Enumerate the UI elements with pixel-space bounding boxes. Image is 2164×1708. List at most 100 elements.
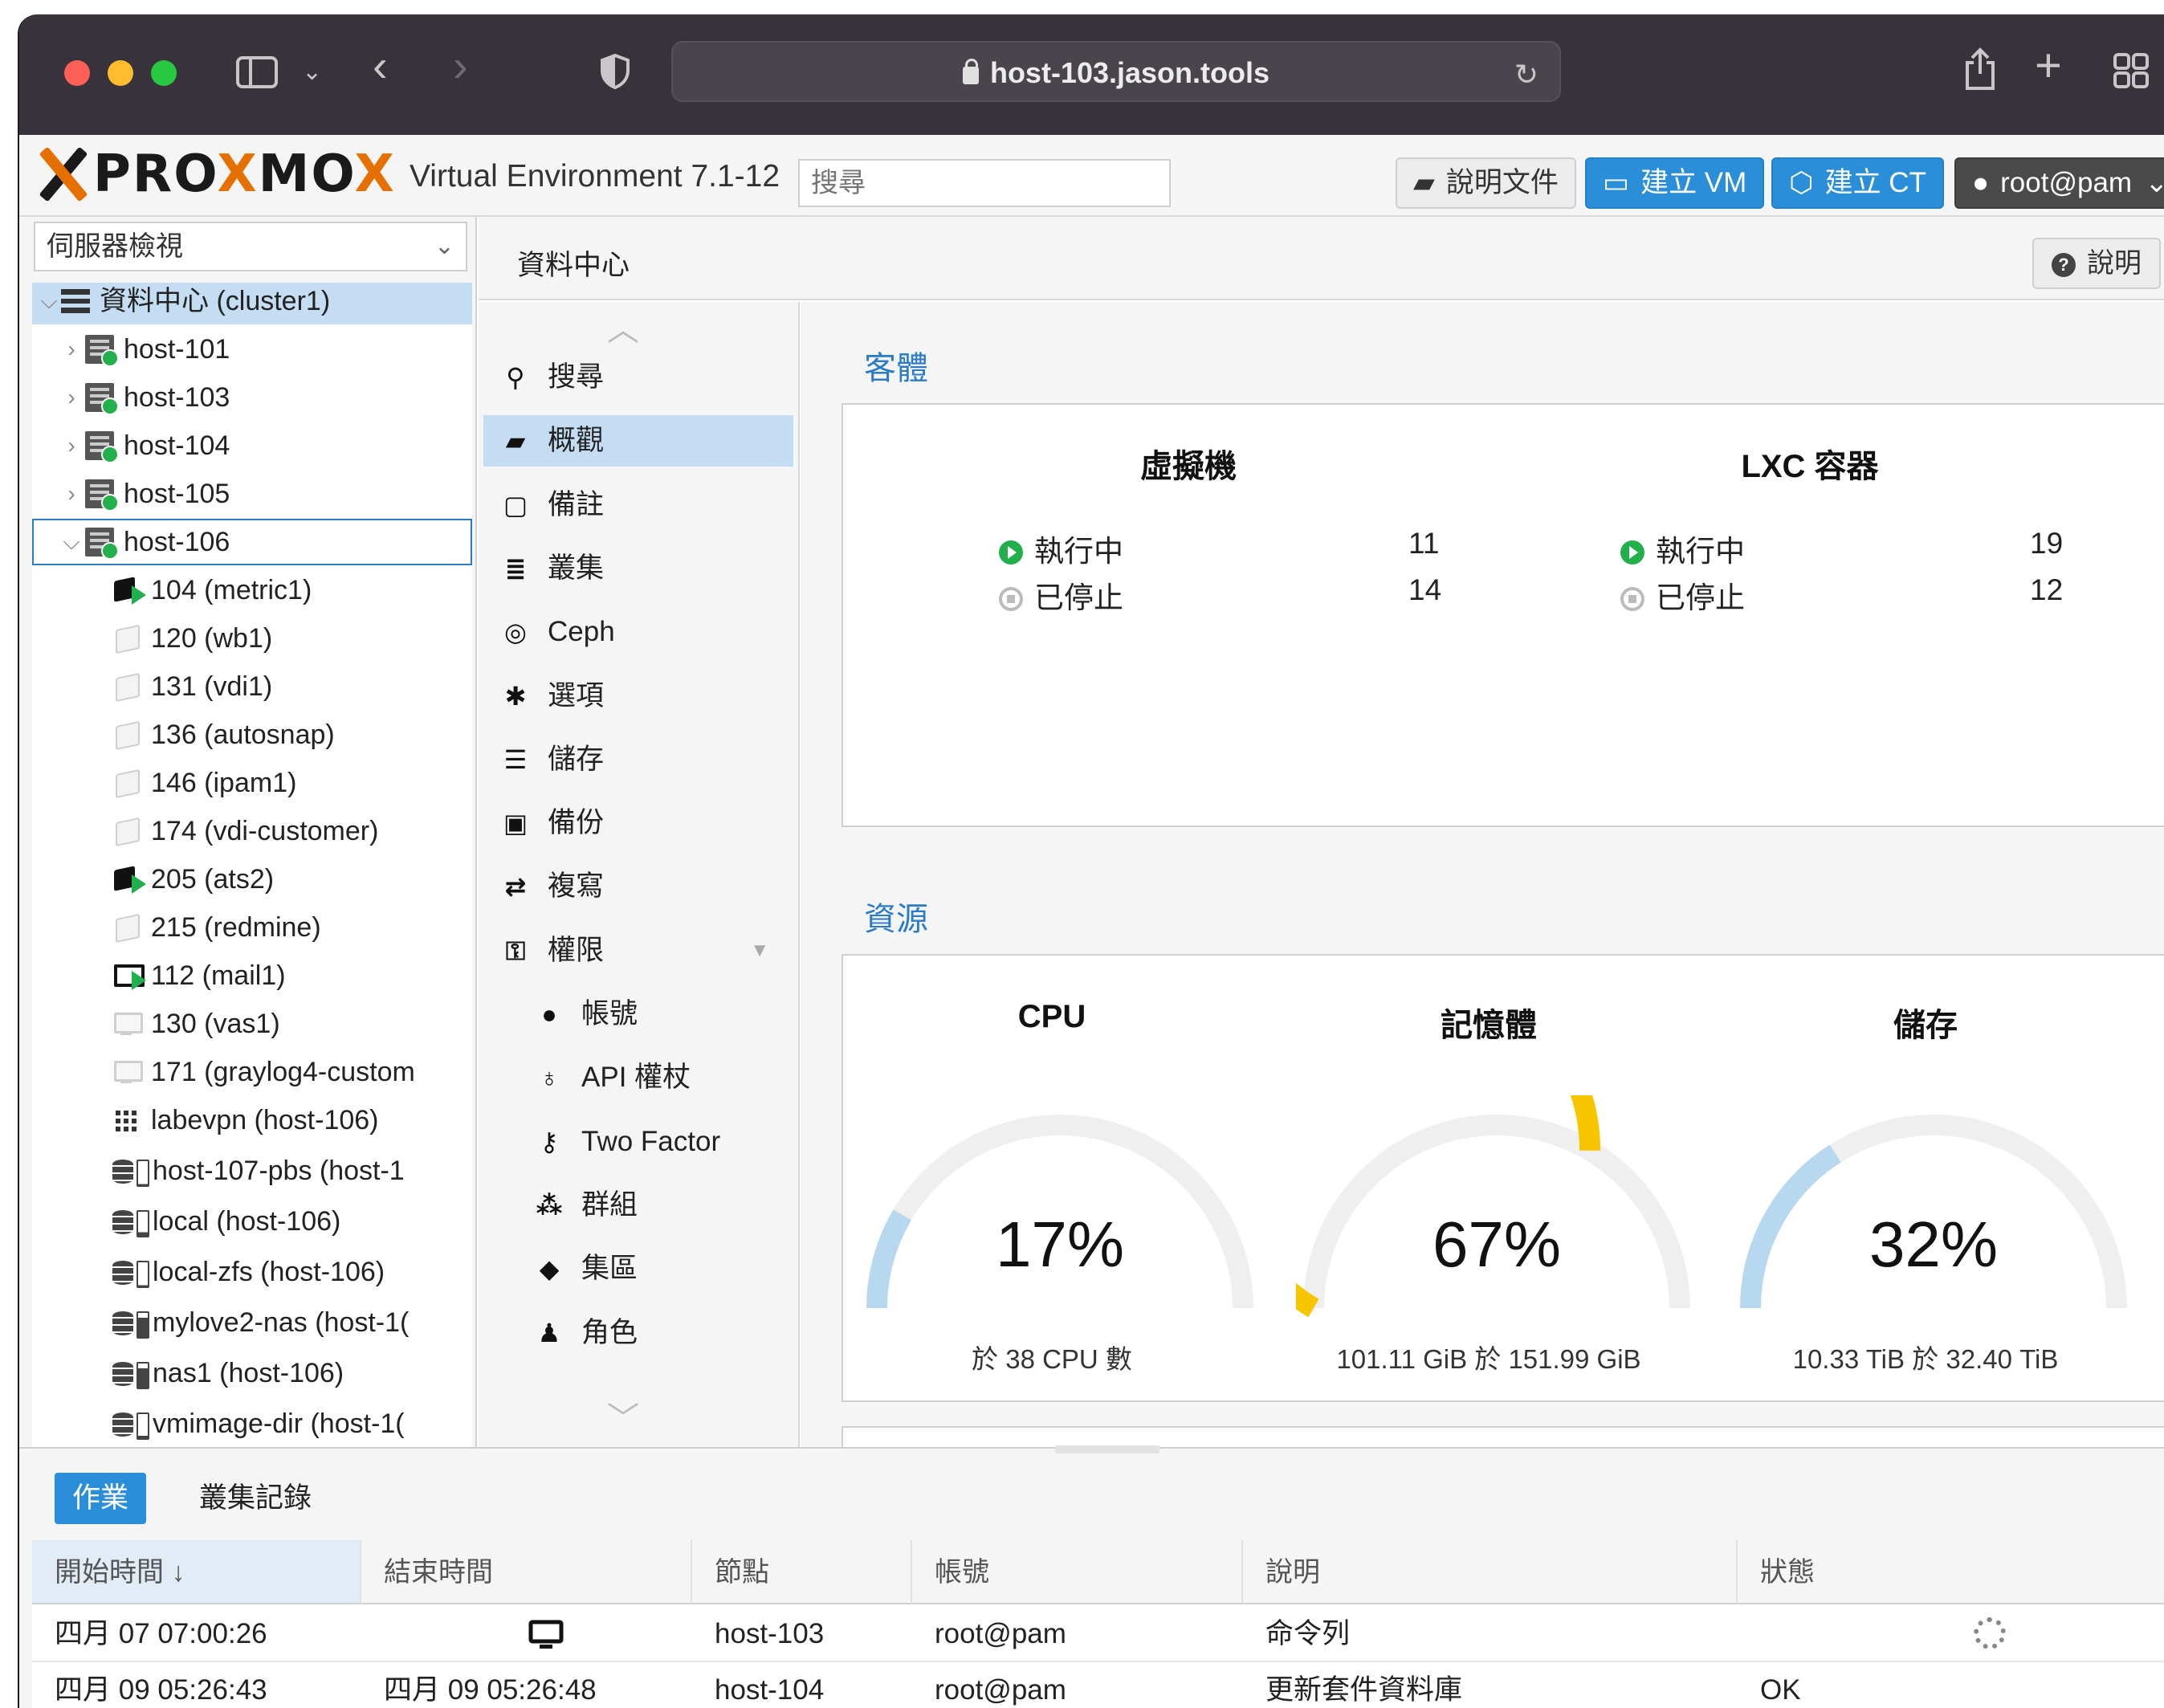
menu-item[interactable]: ▢ 備註 bbox=[483, 479, 793, 531]
tree-node-host[interactable]: › host-104 bbox=[32, 422, 472, 469]
menu-item[interactable]: ◎ Ceph bbox=[483, 606, 793, 658]
menu-item-label: 權限 bbox=[548, 934, 605, 966]
cell-description: 更新套件資料庫 bbox=[1265, 1674, 1463, 1706]
sidebar-toggle-icon[interactable] bbox=[236, 56, 278, 95]
online-check-icon bbox=[101, 542, 119, 560]
online-check-icon bbox=[101, 397, 119, 415]
tree-node-storage[interactable]: host-107-pbs (host-1 bbox=[32, 1147, 472, 1194]
back-icon[interactable]: ‹ bbox=[373, 43, 388, 88]
menu-item[interactable]: ▣ 備份 bbox=[483, 797, 793, 849]
tree-node-ct-stopped[interactable]: 136 (autosnap) bbox=[32, 711, 472, 758]
column-header-description[interactable]: 說明 bbox=[1243, 1540, 1738, 1604]
menu-item[interactable]: ☰ 儲存 bbox=[483, 734, 793, 785]
menu-item[interactable]: ● 帳號 bbox=[483, 989, 793, 1040]
column-header-user[interactable]: 帳號 bbox=[912, 1540, 1243, 1604]
scroll-up-icon[interactable]: ︿ bbox=[599, 304, 647, 350]
tab-cluster-log[interactable]: 叢集記錄 bbox=[181, 1473, 329, 1524]
guests-panel: 虛擬機 LXC 容器 執行中 11 已停止 14 執行中 19 已停止 12 bbox=[842, 403, 2164, 827]
menu-item[interactable]: ⇄ 複寫 bbox=[483, 861, 793, 912]
tree-node-label: 136 (autosnap) bbox=[151, 719, 335, 750]
column-header-end-time[interactable]: 結束時間 bbox=[361, 1540, 692, 1604]
splitter-handle[interactable] bbox=[1055, 1445, 1159, 1453]
shield-icon[interactable] bbox=[599, 53, 631, 96]
column-header-status[interactable]: 狀態 bbox=[1738, 1540, 2164, 1604]
tree-node-storage[interactable]: local (host-106) bbox=[32, 1198, 472, 1245]
tree-node-host[interactable]: › host-101 bbox=[32, 326, 472, 373]
tree-node-host[interactable]: ⌵ host-106 bbox=[32, 519, 472, 565]
view-select[interactable]: 伺服器檢視 ⌄ bbox=[34, 222, 467, 271]
menu-item[interactable]: ♟ 角色 bbox=[483, 1307, 793, 1359]
menu-item-label: Two Factor bbox=[581, 1125, 721, 1157]
tree-node-vm-stopped[interactable]: 171 (graylog4-custom bbox=[32, 1049, 472, 1095]
tree-node-ct-stopped[interactable]: 146 (ipam1) bbox=[32, 760, 472, 806]
new-tab-icon[interactable]: + bbox=[2035, 43, 2062, 89]
column-header-node[interactable]: 節點 bbox=[692, 1540, 912, 1604]
vm-title: 虛擬機 bbox=[1140, 449, 1237, 484]
tree-node-vm-running[interactable]: 112 (mail1) bbox=[32, 952, 472, 999]
tree-node-ct-stopped[interactable]: 120 (wb1) bbox=[32, 615, 472, 662]
chevron-right-icon[interactable]: › bbox=[59, 471, 84, 517]
lxc-running-label: 執行中 bbox=[1620, 527, 1745, 570]
menu-item[interactable]: ◆ 集區 bbox=[483, 1243, 793, 1294]
tree-node-vm-stopped[interactable]: 130 (vas1) bbox=[32, 1001, 472, 1047]
chevron-down-icon[interactable]: ⌄ bbox=[302, 55, 322, 90]
chevron-down-icon[interactable]: ⌵ bbox=[37, 283, 61, 324]
tree-node-sdn[interactable]: labevpn (host-106) bbox=[32, 1097, 472, 1143]
tree-node-ct-running[interactable]: 205 (ats2) bbox=[32, 856, 472, 903]
close-window-button[interactable] bbox=[64, 60, 90, 86]
tree-node-storage[interactable]: local-zfs (host-106) bbox=[32, 1249, 472, 1295]
scroll-down-icon[interactable]: ﹀ bbox=[599, 1392, 647, 1439]
tree-node-host[interactable]: › host-103 bbox=[32, 374, 472, 421]
chevron-right-icon[interactable]: › bbox=[59, 326, 84, 373]
chevron-right-icon[interactable]: › bbox=[59, 374, 84, 421]
host-icon bbox=[85, 383, 119, 415]
tree-node-storage[interactable]: nas1 (host-106) bbox=[32, 1350, 472, 1396]
create-ct-button[interactable]: ⬡ 建立 CT bbox=[1771, 157, 1944, 209]
server-icon bbox=[61, 289, 90, 313]
table-row[interactable]: 四月 09 05:26:43 四月 09 05:26:48 host-104 r… bbox=[32, 1662, 2164, 1708]
docs-button[interactable]: ▰ 說明文件 bbox=[1396, 157, 1576, 209]
tree-node-ct-stopped[interactable]: 215 (redmine) bbox=[32, 904, 472, 951]
resource-tree: ⌵ 資料中心 (cluster1) › host-101 › host-103 › host-… bbox=[32, 283, 472, 1447]
tab-overview-icon[interactable] bbox=[2113, 53, 2149, 95]
chevron-right-icon[interactable]: › bbox=[59, 422, 84, 469]
cell-user: root@pam bbox=[935, 1674, 1066, 1706]
caret-down-icon[interactable]: ▼ bbox=[750, 925, 769, 976]
lock-icon bbox=[962, 59, 979, 84]
create-vm-button[interactable]: ▭ 建立 VM bbox=[1585, 157, 1765, 209]
tree-node-datacenter[interactable]: ⌵ 資料中心 (cluster1) bbox=[32, 283, 472, 324]
reload-icon[interactable]: ↻ bbox=[1514, 57, 1538, 92]
tree-node-ct-stopped[interactable]: 174 (vdi-customer) bbox=[32, 808, 472, 854]
tree-node-storage[interactable]: mylove2-nas (host-1( bbox=[32, 1299, 472, 1346]
share-icon[interactable] bbox=[1962, 47, 1998, 98]
menu-item[interactable]: ▰ 概觀 bbox=[483, 415, 793, 467]
tree-node-label: 120 (wb1) bbox=[151, 623, 273, 654]
tab-tasks[interactable]: 作業 bbox=[55, 1473, 147, 1524]
menu-item[interactable]: ≣ 叢集 bbox=[483, 543, 793, 594]
menu-item[interactable]: ✱ 選項 bbox=[483, 671, 793, 722]
user-menu-button[interactable]: ●root@pam⌄ bbox=[1954, 157, 2164, 209]
menu-item[interactable]: ⁂ 群組 bbox=[483, 1180, 793, 1231]
address-bar[interactable]: host-103.jason.tools ↻ bbox=[671, 41, 1561, 102]
table-row[interactable]: 四月 07 07:00:26 host-103 root@pam 命令列 bbox=[32, 1606, 2164, 1662]
tags-icon: ◆ bbox=[539, 1254, 560, 1284]
help-button[interactable]: ? 說明 bbox=[2032, 238, 2161, 289]
database-icon: ☰ bbox=[503, 744, 528, 774]
tree-node-host[interactable]: › host-105 bbox=[32, 471, 472, 517]
tree-node-label: host-106 bbox=[124, 527, 230, 557]
tree-node-ct-running[interactable]: 104 (metric1) bbox=[32, 567, 472, 613]
storage-icon bbox=[112, 1258, 149, 1288]
tree-node-ct-stopped[interactable]: 131 (vdi1) bbox=[32, 663, 472, 710]
menu-item[interactable]: ⚷ Two Factor bbox=[483, 1116, 793, 1168]
minimize-window-button[interactable] bbox=[108, 60, 133, 86]
column-header-start-time[interactable]: 開始時間 ↓ bbox=[32, 1540, 361, 1604]
forward-icon[interactable]: › bbox=[453, 43, 468, 88]
global-search-input[interactable] bbox=[798, 159, 1171, 207]
chevron-down-icon[interactable]: ⌵ bbox=[59, 519, 84, 565]
menu-item[interactable]: ⚿ 權限 ▼ bbox=[483, 925, 793, 976]
menu-item[interactable]: ♁ API 權杖 bbox=[483, 1052, 793, 1103]
zoom-window-button[interactable] bbox=[151, 60, 177, 86]
menu-item[interactable]: ⚲ 搜尋 bbox=[483, 352, 793, 403]
tree-node-label: host-101 bbox=[124, 334, 230, 365]
tree-node-storage[interactable]: vmimage-dir (host-1( bbox=[32, 1400, 472, 1447]
